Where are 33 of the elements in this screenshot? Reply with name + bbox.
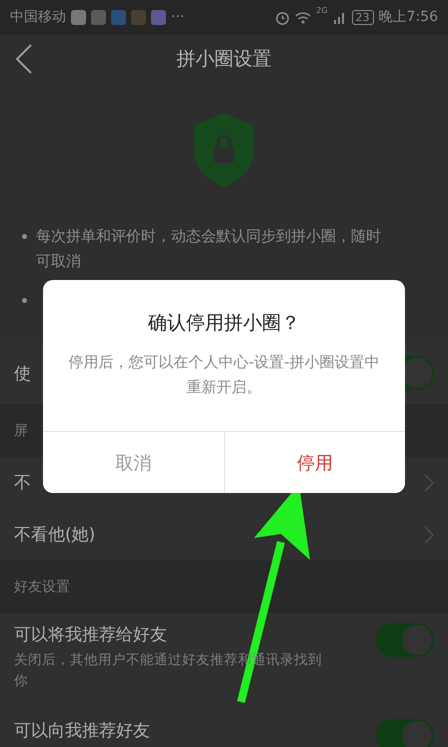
app-icon xyxy=(71,10,86,24)
carrier-name: 中国移动 xyxy=(10,8,66,26)
row-label: 不看他(她) xyxy=(14,524,96,546)
wifi-icon xyxy=(295,10,312,24)
disable-button[interactable]: 停用 xyxy=(224,432,405,493)
app-icon xyxy=(91,10,106,24)
dialog-title: 确认停用拼小圈？ xyxy=(147,311,301,336)
signal-icon xyxy=(332,10,347,24)
app-icon xyxy=(151,10,166,24)
clock-time: 晚上7:56 xyxy=(378,8,438,26)
toggle-switch[interactable] xyxy=(376,623,434,657)
row-label: 可以将我推荐给好友 xyxy=(14,624,167,646)
app-icon xyxy=(131,10,146,24)
bullet-dot xyxy=(22,298,27,303)
chevron-icon xyxy=(424,526,434,544)
toggle-switch[interactable] xyxy=(376,719,434,747)
section-title: 好友设置 xyxy=(14,578,70,596)
section-title: 屏 xyxy=(14,422,28,440)
row-label: 可以向我推荐好友 xyxy=(14,720,150,742)
app-icon xyxy=(111,10,126,24)
row-label: 使 xyxy=(14,362,31,384)
more-indicator: ··· xyxy=(171,9,184,25)
alarm-icon xyxy=(275,10,290,24)
chevron-icon xyxy=(424,474,434,492)
dialog-message: 停用后，您可以在个人中心-设置-拼小圈设置中重新开启。 xyxy=(68,352,380,398)
battery-level: 23 xyxy=(352,10,374,24)
back-icon[interactable] xyxy=(15,44,33,74)
network-type: 2G xyxy=(316,6,328,15)
bullet-dot xyxy=(22,234,27,239)
row-label: 不 xyxy=(14,472,31,494)
shield-lock-icon xyxy=(194,113,254,187)
page-title: 拼小圈设置 xyxy=(176,47,272,72)
note-text: 每次拼单和评价时，动态会默认同步到拼小圈，随时可取消 xyxy=(36,226,382,272)
